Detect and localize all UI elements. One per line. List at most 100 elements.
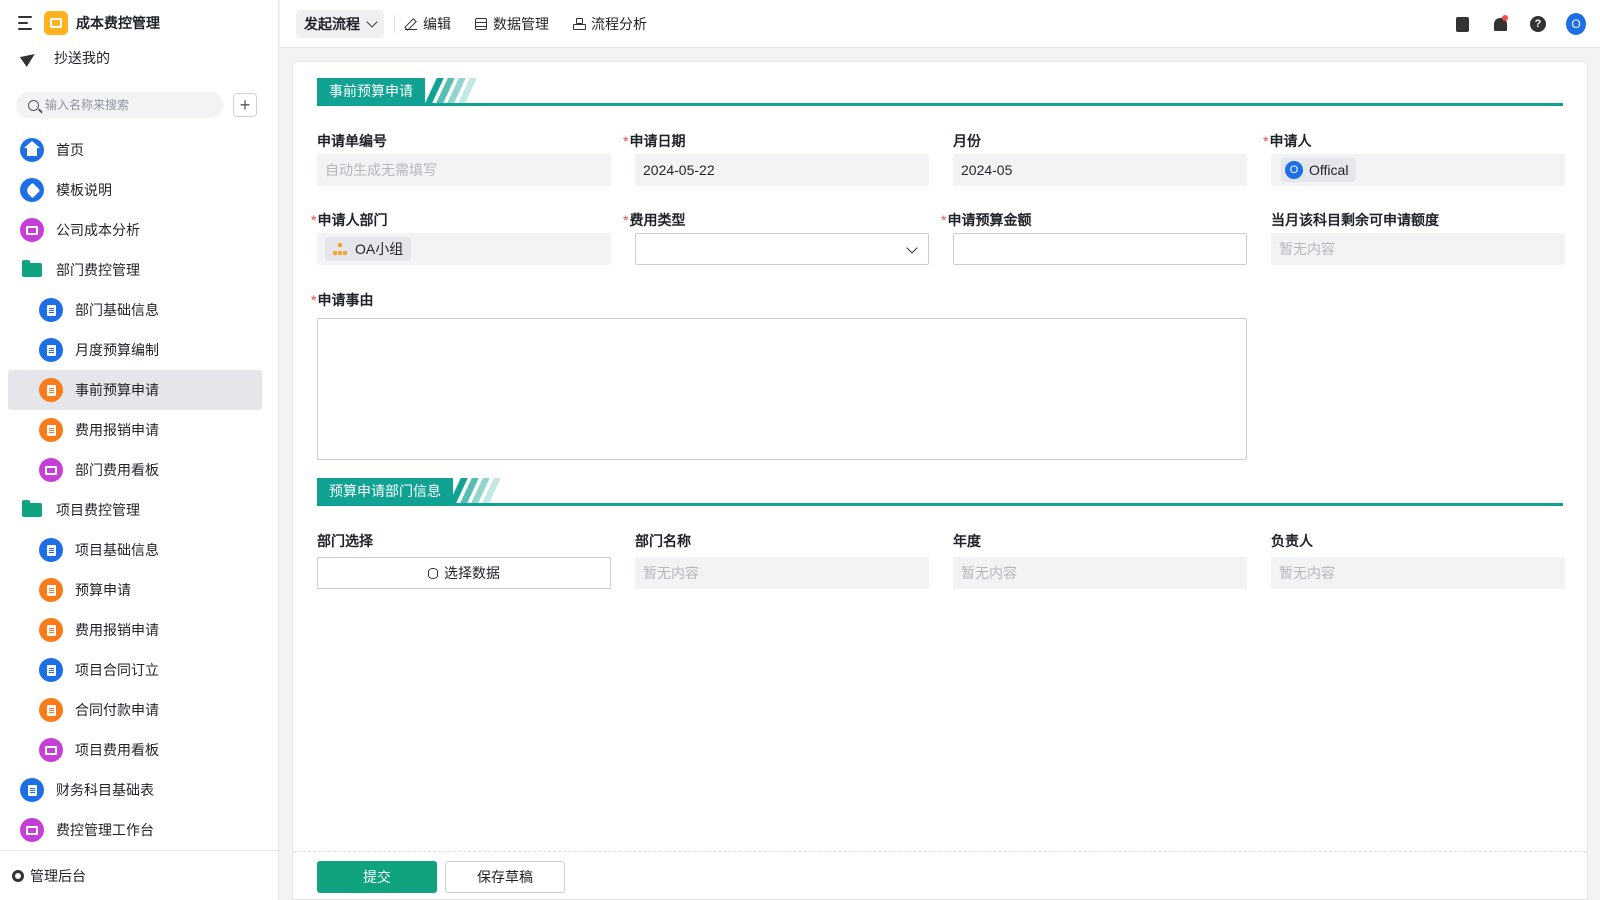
- dept-field[interactable]: OA小组: [317, 233, 611, 265]
- launch-process-label: 发起流程: [304, 15, 360, 32]
- apply-no-label: 申请单编号: [317, 131, 387, 151]
- folder-icon: [20, 258, 44, 282]
- dashboard-icon: [39, 738, 63, 762]
- year-label: 年度: [953, 531, 981, 551]
- amount-label: *申请预算金额: [941, 210, 1031, 230]
- sidebar-item[interactable]: 预算申请: [0, 570, 279, 610]
- save-draft-button[interactable]: 保存草稿: [445, 861, 565, 893]
- dept-name-label: 部门名称: [635, 531, 691, 551]
- sidebar-item[interactable]: 公司成本分析: [0, 210, 279, 250]
- tag-icon: [20, 178, 44, 202]
- help-button[interactable]: ?: [1528, 14, 1548, 34]
- section-title: 事前预算申请: [317, 78, 425, 104]
- user-avatar-button[interactable]: O: [1566, 13, 1586, 35]
- notebook-button[interactable]: [1452, 14, 1472, 34]
- folder-icon: [20, 498, 44, 522]
- amount-label-text: 申请预算金额: [947, 212, 1032, 228]
- sidebar-item[interactable]: 项目基础信息: [0, 530, 279, 570]
- book-icon: [1455, 16, 1469, 32]
- submit-button[interactable]: 提交: [317, 861, 437, 893]
- app-logo-icon: [44, 11, 68, 35]
- apply-date-field: 2024-05-22: [635, 154, 929, 186]
- sidebar-item-label: 费控管理工作台: [56, 822, 154, 838]
- apply-date-label-text: 申请日期: [629, 133, 686, 149]
- help-icon: ?: [1530, 16, 1546, 32]
- dept-name: OA小组: [355, 241, 404, 257]
- expense-type-select[interactable]: [635, 233, 929, 265]
- sidebar-item[interactable]: 财务科目基础表: [0, 770, 279, 810]
- edit-button[interactable]: 编辑: [405, 14, 451, 34]
- user-chip: O Offical: [1281, 158, 1357, 182]
- applicant-name: Offical: [1309, 162, 1349, 178]
- dashboard-icon: [39, 458, 63, 482]
- section-header-budget-apply: 事前预算申请: [317, 78, 1563, 106]
- sidebar-item[interactable]: 模板说明: [0, 170, 279, 210]
- sidebar-item[interactable]: 事前预算申请: [8, 370, 262, 410]
- month-label-text: 月份: [953, 133, 981, 149]
- sidebar-item[interactable]: 合同付款申请: [0, 690, 279, 730]
- edit-label: 编辑: [423, 15, 451, 32]
- sidebar-search: [16, 92, 223, 118]
- reason-textarea[interactable]: [317, 318, 1247, 460]
- select-data-label: 选择数据: [444, 565, 500, 581]
- sidebar-item[interactable]: 部门费用看板: [0, 450, 279, 490]
- gear-icon: [12, 869, 24, 882]
- launch-process-dropdown[interactable]: 发起流程: [296, 9, 384, 38]
- notification-button[interactable]: [1490, 14, 1510, 34]
- search-input[interactable]: [45, 98, 215, 112]
- sidebar-item-label: 部门费控管理: [56, 262, 140, 278]
- admin-link[interactable]: 管理后台: [0, 850, 279, 900]
- cc-me-label: 抄送我的: [54, 50, 110, 66]
- remaining-field: 暂无内容: [1271, 233, 1565, 265]
- sidebar-item[interactable]: 项目合同订立: [0, 650, 279, 690]
- sidebar-item-label: 部门费用看板: [75, 462, 159, 478]
- apply-no-field: 自动生成无需填写: [317, 154, 611, 186]
- applicant-field[interactable]: O Offical: [1271, 154, 1565, 186]
- table-icon: [475, 17, 487, 30]
- sidebar-item[interactable]: 项目费用看板: [0, 730, 279, 770]
- apply-no-label-text: 申请单编号: [317, 133, 387, 149]
- sidebar-item[interactable]: 部门基础信息: [0, 290, 279, 330]
- select-data-button[interactable]: 选择数据: [317, 557, 611, 589]
- form-icon: [39, 338, 63, 362]
- send-icon: [19, 49, 39, 67]
- required-mark: *: [623, 212, 629, 228]
- flow-icon: [573, 17, 586, 30]
- process-analysis-label: 流程分析: [591, 15, 647, 32]
- flow-form-icon: [39, 618, 63, 642]
- reason-label: *申请事由: [311, 290, 373, 310]
- database-icon: [428, 567, 438, 579]
- reason-label-text: 申请事由: [317, 292, 374, 308]
- sidebar-item[interactable]: 部门费控管理: [0, 250, 279, 290]
- menu-toggle-icon[interactable]: [18, 16, 34, 30]
- required-mark: *: [311, 292, 317, 308]
- owner-field: 暂无内容: [1271, 557, 1565, 589]
- flow-form-icon: [39, 378, 63, 402]
- decorative-stripes: [449, 478, 515, 504]
- app-header: 成本费控管理: [0, 0, 279, 46]
- dept-select-label: 部门选择: [317, 531, 373, 551]
- sidebar-item[interactable]: 月度预算编制: [0, 330, 279, 370]
- add-button[interactable]: +: [233, 93, 257, 117]
- sidebar-item-label: 财务科目基础表: [56, 782, 154, 798]
- sidebar-item[interactable]: 项目费控管理: [0, 490, 279, 530]
- toolbar-right: ? O: [1434, 0, 1586, 48]
- amount-input[interactable]: [953, 233, 1247, 265]
- process-analysis-button[interactable]: 流程分析: [573, 14, 647, 34]
- sidebar-item[interactable]: 首页: [0, 130, 279, 170]
- required-mark: *: [1263, 133, 1269, 149]
- owner-label: 负责人: [1271, 531, 1313, 551]
- data-management-button[interactable]: 数据管理: [475, 14, 549, 34]
- section-title: 预算申请部门信息: [317, 478, 453, 504]
- dept-name-label-text: 部门名称: [635, 533, 691, 549]
- month-field: 2024-05: [953, 154, 1247, 186]
- sidebar-item-label: 模板说明: [56, 182, 112, 198]
- cc-me-link[interactable]: 抄送我的: [19, 46, 110, 70]
- owner-label-text: 负责人: [1271, 533, 1313, 549]
- sidebar-item[interactable]: 费控管理工作台: [0, 810, 279, 850]
- sidebar-item[interactable]: 费用报销申请: [0, 410, 279, 450]
- sidebar-item[interactable]: 费用报销申请: [0, 610, 279, 650]
- dept-select-label-text: 部门选择: [317, 533, 373, 549]
- sidebar-item-label: 首页: [56, 142, 84, 158]
- applicant-label-text: 申请人: [1269, 133, 1312, 149]
